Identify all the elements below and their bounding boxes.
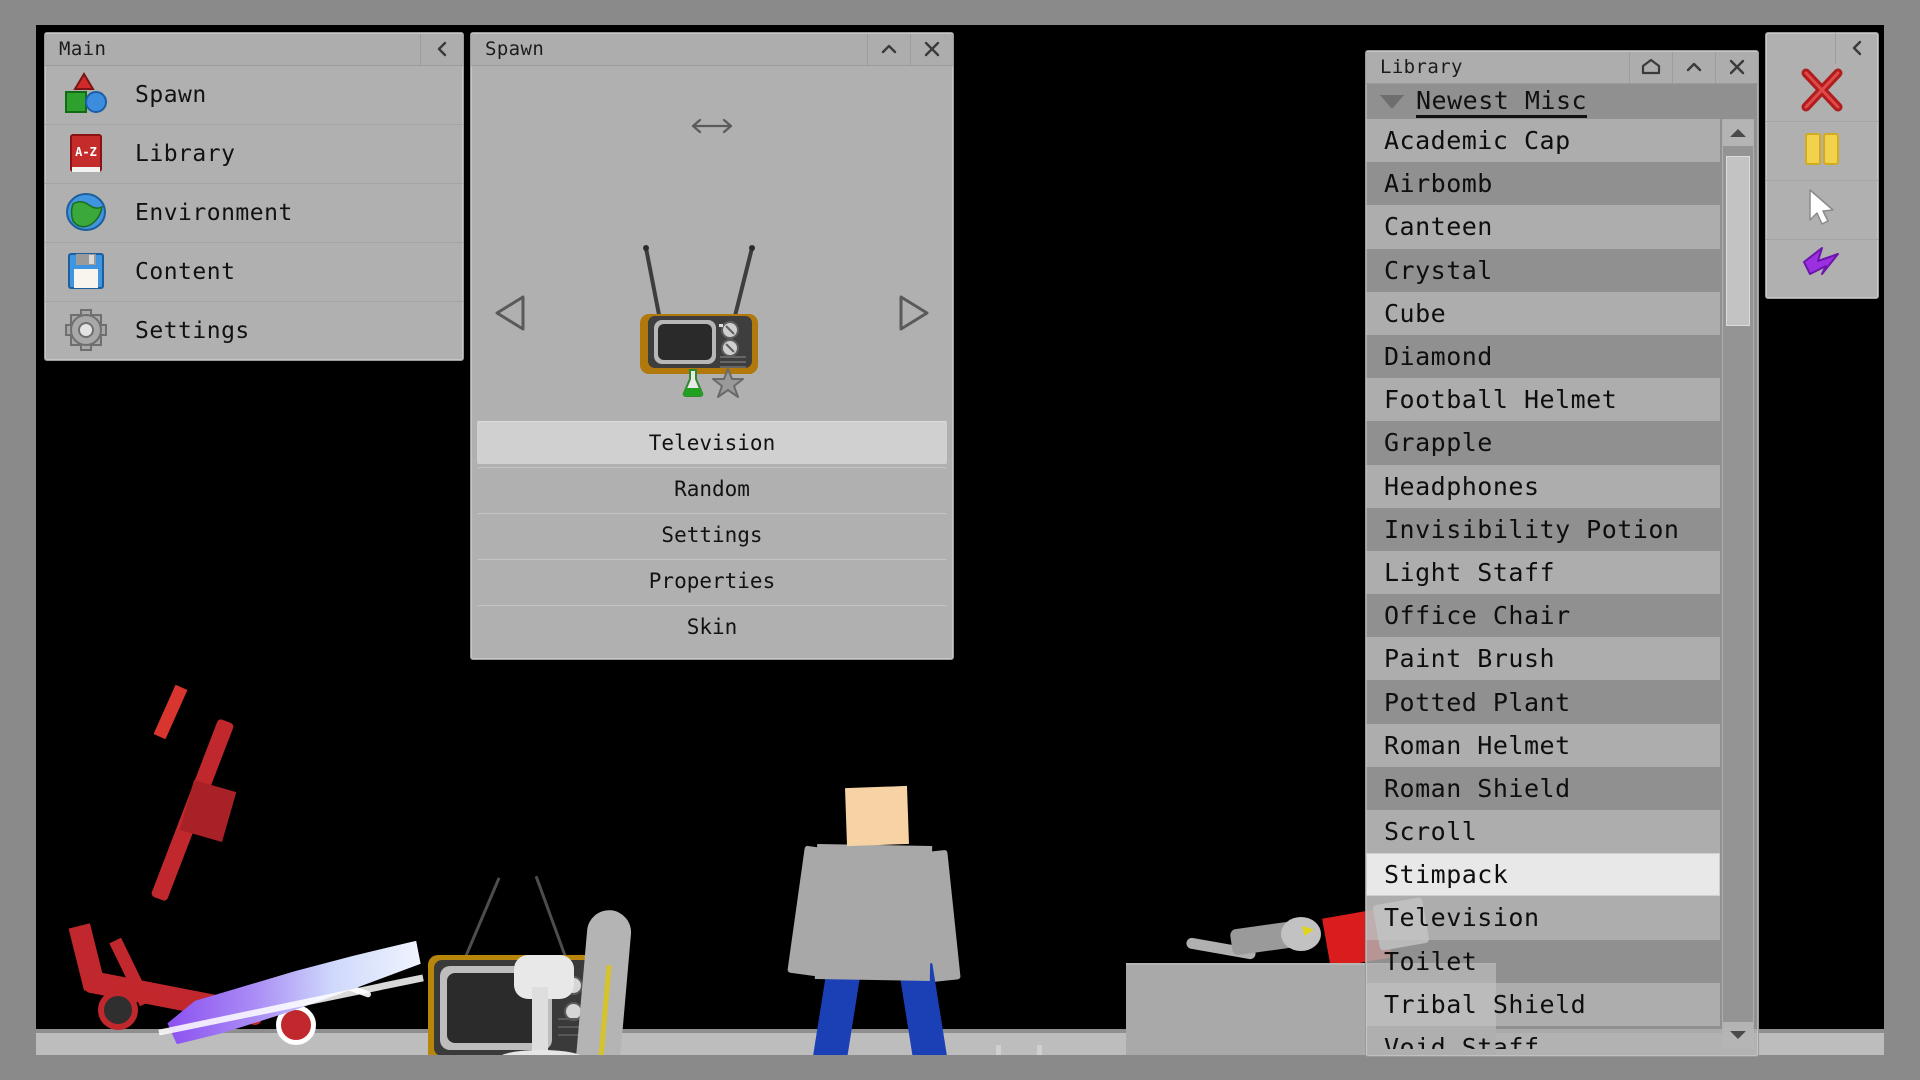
spawn-button-television[interactable]: Television <box>477 421 947 464</box>
scene-hook <box>996 1045 1042 1055</box>
list-item[interactable]: Academic Cap <box>1366 119 1720 163</box>
close-icon[interactable] <box>910 33 953 65</box>
scrollbar-thumb[interactable] <box>1726 156 1750 326</box>
list-item[interactable]: Diamond <box>1366 335 1720 378</box>
chevron-up-icon[interactable] <box>1672 51 1715 83</box>
list-item[interactable]: Roman Helmet <box>1366 723 1720 767</box>
tool-window <box>1765 32 1879 299</box>
list-item[interactable]: Toilet <box>1366 940 1720 983</box>
spawn-badges <box>679 367 745 403</box>
scene-red-machine-wheel <box>98 990 138 1030</box>
library-item-list[interactable]: Academic Cap Airbomb Canteen Crystal Cub… <box>1366 119 1720 1049</box>
spawn-button-random[interactable]: Random <box>477 467 947 510</box>
list-item[interactable]: Canteen <box>1366 205 1720 249</box>
list-item[interactable]: Paint Brush <box>1366 637 1720 681</box>
spawn-titlebar[interactable]: Spawn <box>471 33 953 66</box>
triangle-down-icon[interactable] <box>1380 94 1404 109</box>
library-titlebar[interactable]: Library <box>1366 51 1758 84</box>
tool-titlebar[interactable] <box>1766 32 1878 64</box>
library-category-label: Newest Misc <box>1416 86 1588 118</box>
list-item[interactable]: Void Staff <box>1366 1026 1720 1049</box>
star-icon <box>711 367 745 403</box>
scene-figure-head <box>845 785 909 847</box>
scroll-up-arrow-icon[interactable] <box>1723 120 1753 146</box>
sidebar-item-content[interactable]: Content <box>45 243 463 302</box>
list-item[interactable]: Potted Plant <box>1366 680 1720 723</box>
sidebar-item-environment[interactable]: Environment <box>45 184 463 243</box>
sidebar-item-spawn[interactable]: Spawn <box>45 66 463 125</box>
library-title: Library <box>1380 56 1463 78</box>
red-x-icon <box>1799 68 1845 116</box>
main-window: Main Spawn A-Z Library Environment Conte… <box>44 32 464 361</box>
list-item-selected[interactable]: Stimpack <box>1366 853 1720 897</box>
scene-figure-torso <box>814 844 933 981</box>
chevron-left-icon[interactable] <box>420 33 463 65</box>
svg-text:A-Z: A-Z <box>75 145 97 159</box>
yellow-pause-icon <box>1800 128 1844 174</box>
pause-tool-button[interactable] <box>1766 122 1878 181</box>
floppy-disk-icon <box>63 249 113 295</box>
gear-icon <box>63 308 113 354</box>
list-item[interactable]: Crystal <box>1366 249 1720 292</box>
book-a-z-icon: A-Z <box>63 131 113 177</box>
app-root: Main Spawn A-Z Library Environment Conte… <box>0 0 1920 1080</box>
chevron-left-icon[interactable] <box>1835 32 1878 64</box>
bolt-tool-button[interactable] <box>1766 240 1878 298</box>
list-item[interactable]: Airbomb <box>1366 162 1720 205</box>
sidebar-item-label: Library <box>135 141 236 167</box>
chevron-up-icon[interactable] <box>867 33 910 65</box>
scene-tv-antenna-left <box>464 877 501 958</box>
white-cursor-icon <box>1804 187 1840 233</box>
flask-icon <box>679 367 707 403</box>
select-tool-button[interactable] <box>1766 181 1878 240</box>
spawn-button-skin[interactable]: Skin <box>477 605 947 648</box>
globe-icon <box>63 190 113 236</box>
library-scrollbar[interactable] <box>1722 119 1754 1049</box>
scene-tv-antenna-right <box>534 875 567 958</box>
list-item[interactable]: Roman Shield <box>1366 767 1720 810</box>
spawn-button-settings[interactable]: Settings <box>477 513 947 556</box>
list-item[interactable]: Invisibility Potion <box>1366 508 1720 551</box>
main-titlebar[interactable]: Main <box>45 33 463 66</box>
list-item[interactable]: Grapple <box>1366 421 1720 464</box>
sidebar-item-label: Environment <box>135 200 293 226</box>
scene-red-machine-tip <box>153 684 188 740</box>
main-title: Main <box>59 38 107 60</box>
library-body: Academic Cap Airbomb Canteen Crystal Cub… <box>1366 119 1758 1049</box>
delete-tool-button[interactable] <box>1766 63 1878 122</box>
list-item[interactable]: Light Staff <box>1366 550 1720 595</box>
spawn-title: Spawn <box>485 38 545 60</box>
scene-lamp-pole <box>532 987 548 1055</box>
resize-horizontal-icon[interactable] <box>685 116 739 140</box>
scroll-down-arrow-icon[interactable] <box>1723 1022 1753 1048</box>
scene-robot-head <box>1281 917 1321 951</box>
list-item[interactable]: Office Chair <box>1366 594 1720 637</box>
triangle-left-icon[interactable] <box>493 294 527 336</box>
library-window: Library Newest Misc Academic Cap Airbomb… <box>1365 50 1759 1057</box>
list-item[interactable]: Cube <box>1366 291 1720 335</box>
spawn-button-properties[interactable]: Properties <box>477 559 947 602</box>
spawn-window: Spawn Television Random Settings Propert… <box>470 32 954 660</box>
sidebar-item-library[interactable]: A-Z Library <box>45 125 463 184</box>
sidebar-item-label: Content <box>135 259 236 285</box>
list-item[interactable]: Headphones <box>1366 464 1720 508</box>
sidebar-item-settings[interactable]: Settings <box>45 302 463 360</box>
close-icon[interactable] <box>1715 51 1758 83</box>
list-item[interactable]: Football Helmet <box>1366 378 1720 422</box>
triangle-right-icon[interactable] <box>897 294 931 336</box>
list-item[interactable]: Television <box>1366 896 1720 940</box>
sidebar-item-label: Spawn <box>135 82 207 108</box>
sidebar-item-label: Settings <box>135 318 250 344</box>
list-item[interactable]: Tribal Shield <box>1366 982 1720 1026</box>
library-category-header[interactable]: Newest Misc <box>1366 84 1758 119</box>
home-icon[interactable] <box>1629 51 1672 83</box>
purple-lightning-icon <box>1798 244 1846 294</box>
list-item[interactable]: Scroll <box>1366 810 1720 854</box>
shapes-icon <box>63 72 113 118</box>
spawn-button-list: Television Random Settings Properties Sk… <box>471 421 953 659</box>
spawn-preview <box>471 66 953 421</box>
